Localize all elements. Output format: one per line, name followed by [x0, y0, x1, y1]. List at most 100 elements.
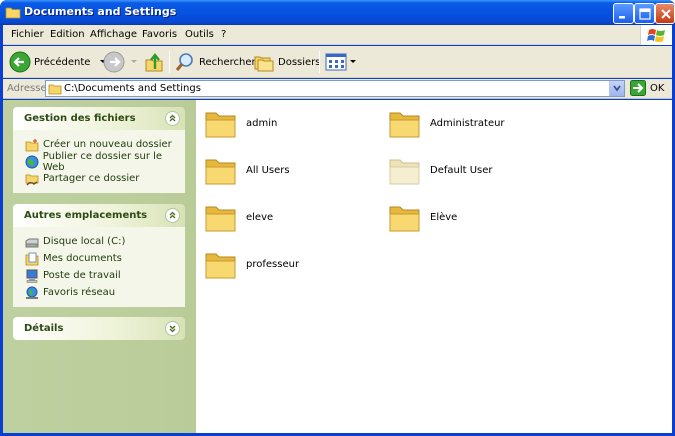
file-tasks-panel: Gestion des fichiers Créer un nouveau do — [13, 107, 185, 193]
go-button[interactable]: OK — [630, 80, 664, 96]
collapse-button[interactable] — [165, 111, 180, 126]
back-button[interactable]: Précédente — [9, 50, 108, 74]
file-tasks-title: Gestion des fichiers — [24, 113, 136, 124]
minimize-icon — [619, 16, 625, 19]
chevron-up-icon — [169, 211, 176, 219]
search-button[interactable]: Rechercher — [174, 50, 256, 74]
toolbar-separator — [319, 51, 320, 73]
title-bar[interactable]: Documents and Settings — [0, 0, 675, 25]
up-folder-icon — [145, 53, 163, 72]
menu-favorites[interactable]: Favoris — [142, 29, 177, 40]
close-button[interactable] — [655, 3, 675, 24]
address-label: Adresse — [7, 83, 47, 94]
place-local-disk[interactable]: Disque local (C:) — [13, 233, 185, 250]
computer-icon — [26, 269, 38, 283]
folders-button[interactable]: Dossiers — [253, 50, 321, 74]
collapse-button[interactable] — [165, 208, 180, 223]
forward-arrow-icon — [103, 51, 125, 73]
place-label: Favoris réseau — [43, 287, 116, 298]
task-share-folder[interactable]: Partager ce dossier — [13, 170, 185, 187]
address-value: C:\Documents and Settings — [64, 83, 201, 94]
folder-icon — [205, 206, 236, 232]
close-icon — [661, 9, 671, 19]
folder-name: Elève — [430, 211, 458, 223]
place-label: Disque local (C:) — [43, 236, 126, 247]
menu-bar: Fichier Edition Affichage Favoris Outils… — [3, 25, 672, 45]
place-network[interactable]: Favoris réseau — [13, 284, 185, 301]
back-arrow-icon — [9, 51, 31, 73]
other-places-title: Autres emplacements — [24, 210, 148, 221]
task-pane: Gestion des fichiers Créer un nouveau do — [3, 100, 196, 433]
network-globe-icon — [26, 286, 38, 299]
folder-item[interactable]: Elève — [388, 201, 457, 233]
other-places-list: Disque local (C:) Mes documents Poste de… — [13, 227, 185, 307]
details-header[interactable]: Détails — [13, 317, 185, 340]
folder-icon — [205, 159, 236, 185]
go-label: OK — [650, 82, 665, 94]
new-folder-icon — [25, 138, 39, 151]
views-dropdown-icon[interactable] — [348, 58, 358, 66]
menu-edit[interactable]: Edition — [50, 29, 85, 40]
content-area: Gestion des fichiers Créer un nouveau do — [3, 100, 672, 433]
file-list: admin Administrateur All Users Default U… — [196, 100, 672, 433]
file-tasks-header[interactable]: Gestion des fichiers — [13, 107, 185, 130]
folder-name: Administrateur — [430, 117, 505, 129]
folder-name: admin — [246, 117, 278, 129]
task-label: Partager ce dossier — [43, 173, 140, 184]
folder-item[interactable]: professeur — [204, 248, 299, 280]
windows-logo — [640, 25, 672, 45]
place-label: Poste de travail — [43, 270, 121, 281]
folder-icon — [389, 206, 420, 232]
folder-item[interactable]: eleve — [204, 201, 273, 233]
views-button[interactable] — [325, 50, 358, 74]
window-title: Documents and Settings — [24, 5, 177, 18]
chevron-down-icon — [613, 85, 621, 92]
expand-button[interactable] — [165, 321, 180, 336]
my-documents-icon — [25, 252, 39, 265]
windows-flag-icon — [647, 29, 665, 42]
menu-view[interactable]: Affichage — [90, 29, 137, 40]
folder-icon — [205, 253, 236, 279]
menu-tools[interactable]: Outils — [185, 29, 214, 40]
address-dropdown-button[interactable] — [609, 81, 624, 96]
forward-dropdown-icon[interactable] — [129, 58, 139, 66]
folder-name: eleve — [246, 211, 274, 223]
address-bar: Adresse C:\Documents and Settings OK — [3, 79, 672, 99]
folders-icon — [254, 56, 274, 72]
other-places-panel: Autres emplacements Disque local (C:) Me… — [13, 204, 185, 307]
minimize-button[interactable] — [613, 3, 634, 24]
folder-name: professeur — [246, 258, 300, 270]
chevron-down-icon — [169, 325, 176, 333]
folder-icon — [389, 112, 420, 138]
folder-item-hidden[interactable]: Default User — [388, 154, 493, 186]
task-publish-web[interactable]: Publier ce dossier sur le Web — [13, 151, 185, 173]
details-title: Détails — [24, 323, 64, 334]
up-folder-button[interactable] — [143, 50, 165, 74]
hidden-folder-icon — [389, 159, 420, 185]
toolbar: Précédente Rechercher Dossiers — [3, 46, 672, 78]
folder-item[interactable]: All Users — [204, 154, 290, 186]
address-input[interactable]: C:\Documents and Settings — [45, 80, 625, 97]
folder-item[interactable]: admin — [204, 107, 277, 139]
folders-label: Dossiers — [278, 56, 321, 68]
menu-file[interactable]: Fichier — [11, 29, 44, 40]
go-arrow-icon — [630, 80, 646, 96]
chevron-up-icon — [169, 114, 176, 122]
menu-help[interactable]: ? — [221, 29, 226, 40]
task-label: Créer un nouveau dossier — [43, 139, 172, 150]
place-label: Mes documents — [43, 253, 122, 264]
folder-item[interactable]: Administrateur — [388, 107, 505, 139]
globe-icon — [25, 155, 39, 168]
place-my-computer[interactable]: Poste de travail — [13, 267, 185, 284]
hard-drive-icon — [25, 238, 39, 247]
file-tasks-list: Créer un nouveau dossier Publier ce doss… — [13, 130, 185, 193]
place-my-documents[interactable]: Mes documents — [13, 250, 185, 267]
maximize-icon — [639, 8, 651, 20]
folder-icon — [5, 7, 21, 19]
share-folder-icon — [25, 174, 39, 185]
forward-button[interactable] — [103, 50, 139, 74]
maximize-button[interactable] — [634, 3, 655, 24]
other-places-header[interactable]: Autres emplacements — [13, 204, 185, 227]
back-label: Précédente — [34, 56, 91, 68]
folder-name: Default User — [430, 164, 493, 176]
